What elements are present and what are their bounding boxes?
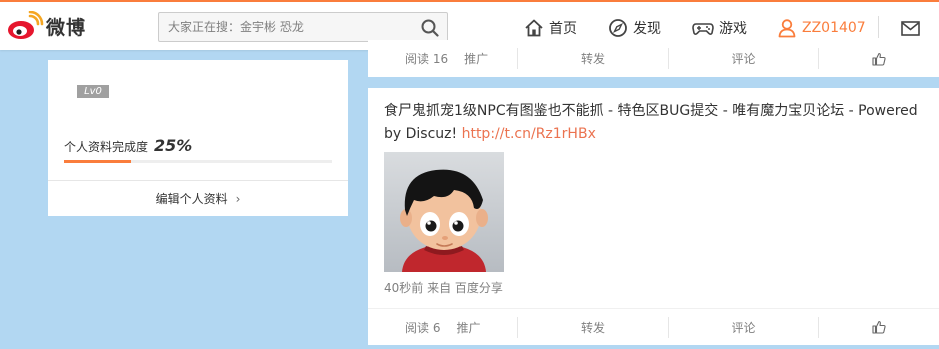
post-text: 食尸鬼抓宠1级NPC有图鉴也不能抓 - 特色区BUG提交 - 唯有魔力宝贝论坛 … — [384, 100, 932, 146]
cartoon-avatar-image — [400, 169, 488, 272]
feed-card: 阅读 16 推广 转发 评论 — [368, 40, 939, 77]
search-box — [158, 12, 448, 42]
profile-card: Lv0 个人资料完成度 25% 编辑个人资料 › — [48, 60, 348, 216]
nav-games-label: 游戏 — [719, 21, 747, 37]
thumbs-up-icon — [872, 52, 886, 66]
post-image[interactable] — [384, 152, 504, 272]
nav-divider — [878, 16, 879, 38]
like-button[interactable] — [819, 317, 939, 338]
post-link[interactable]: http://t.cn/Rz1rHBx — [462, 126, 596, 142]
read-count: 阅读 6 推广 — [368, 316, 518, 338]
weibo-logo[interactable]: 微博 — [6, 11, 86, 41]
promote-button[interactable]: 推广 — [464, 50, 488, 67]
edit-profile-label: 编辑个人资料 — [155, 192, 228, 206]
home-icon — [525, 19, 543, 37]
read-count-label: 阅读 6 — [405, 320, 441, 335]
weibo-logo-icon — [8, 11, 44, 39]
post-action-bar: 阅读 6 推广 转发 评论 — [368, 308, 939, 345]
profile-completion: 个人资料完成度 25% — [64, 136, 192, 155]
nav-games[interactable]: 游戏 — [692, 16, 747, 40]
search-icon[interactable] — [421, 19, 439, 37]
nav-home-label: 首页 — [549, 21, 577, 37]
gamepad-icon — [692, 23, 714, 35]
comment-button[interactable]: 评论 — [669, 316, 819, 338]
edit-profile-link[interactable]: 编辑个人资料 › — [48, 181, 348, 216]
nav-discover[interactable]: 发现 — [608, 16, 661, 40]
read-count-label: 阅读 16 — [405, 52, 449, 66]
logo-text: 微博 — [46, 16, 87, 39]
nav-user-profile[interactable]: ZZ01407 — [777, 16, 866, 40]
post-action-bar: 阅读 16 推广 转发 评论 — [368, 40, 939, 77]
repost-button[interactable]: 转发 — [518, 316, 669, 338]
completion-label: 个人资料完成度 — [64, 140, 149, 154]
nav-discover-label: 发现 — [633, 21, 661, 37]
completion-progress-fill — [64, 160, 131, 163]
completion-value: 25% — [154, 136, 193, 155]
comment-button[interactable]: 评论 — [669, 48, 819, 69]
post-meta: 40秒前 来自 百度分享 — [384, 281, 503, 295]
repost-button[interactable]: 转发 — [518, 48, 669, 69]
like-button[interactable] — [819, 48, 939, 69]
mail-icon[interactable] — [901, 21, 920, 36]
chevron-right-icon: › — [235, 191, 241, 206]
user-level-badge[interactable]: Lv0 — [77, 85, 109, 98]
user-icon — [778, 19, 796, 38]
nav-home[interactable]: 首页 — [524, 16, 577, 40]
promote-button[interactable]: 推广 — [456, 319, 480, 336]
read-count: 阅读 16 推广 — [368, 48, 518, 69]
compass-icon — [609, 19, 627, 37]
search-input[interactable] — [159, 13, 409, 41]
completion-progress-bar — [64, 160, 332, 163]
feed-card: 食尸鬼抓宠1级NPC有图鉴也不能抓 - 特色区BUG提交 - 唯有魔力宝贝论坛 … — [368, 88, 939, 345]
nav-user-name: ZZ01407 — [802, 20, 866, 36]
thumbs-up-icon — [872, 320, 886, 334]
